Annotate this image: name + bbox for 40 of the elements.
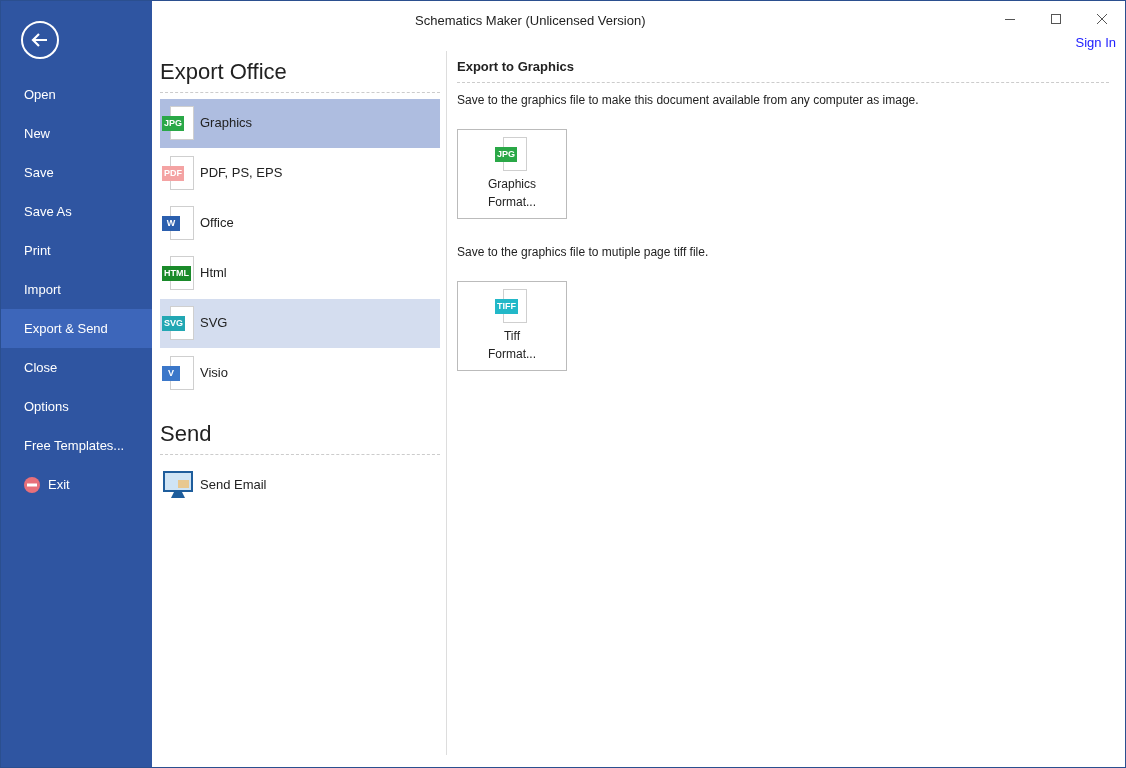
exit-icon <box>24 476 40 493</box>
export-option[interactable]: SVG SVG <box>160 298 440 348</box>
sidebar-item[interactable]: Import <box>1 270 152 309</box>
sidebar-item[interactable]: Close <box>1 348 152 387</box>
export-option[interactable]: PDF PDF, PS, EPS <box>160 148 440 198</box>
close-icon <box>1097 14 1107 24</box>
format-button[interactable]: TIFF Tiff Format... <box>457 281 567 371</box>
file-type-badge: JPG <box>162 116 184 131</box>
sidebar-item[interactable]: Export & Send <box>1 309 152 348</box>
back-button[interactable] <box>21 21 59 59</box>
sign-in-link[interactable]: Sign In <box>1075 33 1116 53</box>
sidebar-item[interactable]: Open <box>1 75 152 114</box>
export-option[interactable]: V Visio <box>160 348 440 398</box>
sidebar-item[interactable]: Save As <box>1 192 152 231</box>
file-type-badge: JPG <box>495 147 517 162</box>
sidebar-item[interactable]: Save <box>1 153 152 192</box>
sidebar-item[interactable]: Options <box>1 387 152 426</box>
format-button[interactable]: JPG Graphics Format... <box>457 129 567 219</box>
maximize-icon <box>1051 14 1061 24</box>
monitor-email-icon <box>162 470 194 500</box>
file-type-badge: W <box>162 216 180 231</box>
sidebar-item[interactable]: Exit <box>1 465 152 504</box>
description-text: Save to the graphics file to make this document available from any computer as image. <box>457 92 920 109</box>
file-type-badge: V <box>162 366 180 381</box>
file-type-badge: HTML <box>162 266 191 281</box>
export-option[interactable]: HTML Html <box>160 248 440 298</box>
export-option[interactable]: JPG Graphics <box>160 98 440 148</box>
sidebar-item[interactable]: Free Templates... <box>1 426 152 465</box>
window-title: Schematics Maker (Unlicensed Version) <box>415 12 646 30</box>
send-option[interactable]: Send Email <box>160 460 440 510</box>
detail-title: Export to Graphics <box>457 52 1109 83</box>
file-type-badge: SVG <box>162 316 185 331</box>
export-option[interactable]: W Office <box>160 198 440 248</box>
file-type-badge: PDF <box>162 166 184 181</box>
section-title: Export Office <box>160 54 440 93</box>
description-text: Save to the graphics file to mutiple page tiff file. <box>457 244 710 261</box>
sidebar-item[interactable]: New <box>1 114 152 153</box>
file-type-badge: TIFF <box>495 299 518 314</box>
sidebar-item[interactable]: Print <box>1 231 152 270</box>
section-title: Send <box>160 416 440 455</box>
